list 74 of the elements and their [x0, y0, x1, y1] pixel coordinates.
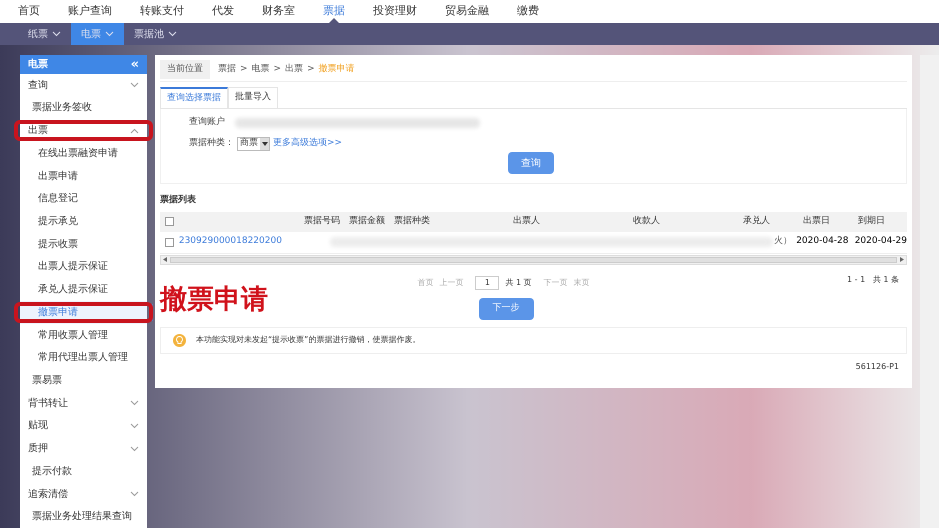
sidebar-subitem[interactable]: 出票申请 [20, 164, 147, 188]
sidebar-item[interactable]: 票易票 [20, 369, 147, 392]
column-header: 承兑人 [743, 214, 770, 228]
column-header: 出票日 [803, 214, 830, 228]
notice-text: 本功能实现对未发起“提示收票”的票据进行撤销，使票据作废。 [196, 334, 420, 346]
chevron-down-icon [52, 31, 61, 37]
sidebar-item[interactable]: 提示付款 [20, 460, 147, 483]
header-checkbox[interactable] [165, 217, 174, 226]
scrollbar-thumb[interactable] [170, 256, 897, 262]
sidebar-title: 电票 [28, 58, 48, 72]
nav-tab[interactable]: 贸易金融 [445, 0, 489, 23]
row-checkbox[interactable] [165, 238, 174, 246]
nav-tab[interactable]: 首页 [18, 0, 40, 23]
tab[interactable]: 批量导入 [228, 87, 278, 108]
column-header: 票据号码 [304, 214, 340, 228]
table-cell-text: 2020-04-29 [854, 235, 907, 248]
breadcrumb-label: 当前位置 [160, 60, 210, 80]
more-options-link[interactable]: 更多高级选项>> [273, 136, 342, 150]
sidebar-subitem[interactable]: 常用收票人管理 [20, 324, 147, 346]
sidebar-item[interactable]: 票据业务处理结果查询 [20, 505, 147, 528]
bill-number-link[interactable]: 230929000018220200 [178, 235, 282, 249]
column-header: 到期日 [858, 214, 885, 228]
column-header: 票据金额 [349, 214, 385, 228]
record-count: 1 - 1 共 1 条 [847, 274, 899, 286]
subnav-tab[interactable]: 票据池 [124, 23, 187, 45]
nav-tab[interactable]: 账户查询 [68, 0, 112, 23]
column-header: 收款人 [633, 214, 660, 228]
collapse-button[interactable]: « [130, 58, 139, 71]
nav-tab[interactable]: 缴费 [517, 0, 539, 23]
breadcrumb-item[interactable]: 电票 [252, 62, 270, 76]
nav-tab[interactable]: 财务室 [262, 0, 295, 23]
sidebar-subitem[interactable]: 出票人提示保证 [20, 256, 147, 278]
column-header: 出票人 [513, 214, 540, 228]
sidebar-subitem[interactable]: 提示收票 [20, 232, 147, 256]
breadcrumb-current: 撤票申请 [318, 62, 355, 76]
field-label: 查询账户 [189, 116, 225, 129]
chevron-down-icon [168, 31, 177, 37]
table-cell-text: 2020-04-28 [796, 235, 849, 248]
sidebar-item[interactable]: 出票 [20, 119, 147, 142]
page-count: 共 1 页 [505, 276, 532, 288]
column-header: 票据种类 [394, 214, 430, 228]
breadcrumb-item[interactable]: > [240, 62, 248, 76]
chevron-down-icon [105, 31, 114, 37]
page-input[interactable]: 1 [475, 276, 500, 290]
breadcrumb-item[interactable]: 票据 [218, 62, 236, 76]
nav-tab[interactable]: 投资理财 [373, 0, 417, 23]
breadcrumb-item[interactable]: > [274, 62, 282, 76]
sidebar-subitem[interactable]: 提示承兑 [20, 210, 147, 233]
sidebar-subitem[interactable]: 常用代理出票人管理 [20, 346, 147, 370]
sidebar-item[interactable]: 追索清偿 [20, 482, 147, 506]
subnav-tab[interactable]: 纸票 [18, 23, 71, 45]
sidebar-item[interactable]: 贴现 [20, 414, 147, 438]
sidebar-item[interactable]: 查询 [20, 74, 147, 96]
scroll-right-icon[interactable] [900, 257, 904, 262]
sidebar-subitem[interactable]: 在线出票融资申请 [20, 142, 147, 165]
table-title: 票据列表 [160, 194, 197, 207]
page-code: 561126-P1 [856, 360, 899, 372]
annotation-caption: 撤票申请 [160, 286, 268, 312]
lightbulb-icon [173, 334, 186, 346]
nav-tab[interactable]: 代发 [212, 0, 234, 23]
sidebar-item[interactable]: 背书转让 [20, 392, 147, 415]
sidebar-item[interactable]: 质押 [20, 437, 147, 460]
nav-tab[interactable]: 转账支付 [140, 0, 184, 23]
tab[interactable]: 查询选择票据 [160, 87, 228, 108]
sidebar-item[interactable]: 票据业务签收 [20, 96, 147, 120]
breadcrumb-item[interactable]: 出票 [285, 62, 304, 76]
field-label: 票据种类： [189, 136, 234, 150]
breadcrumb-item[interactable]: > [307, 62, 315, 76]
table-cell-text: 火） [774, 235, 792, 248]
horizontal-scrollbar[interactable] [160, 254, 907, 264]
type-select[interactable]: 商票 [237, 136, 270, 150]
scroll-left-icon[interactable] [163, 257, 167, 262]
sidebar-subitem[interactable]: 承兑人提示保证 [20, 278, 147, 301]
sidebar-subitem[interactable]: 信息登记 [20, 187, 147, 210]
